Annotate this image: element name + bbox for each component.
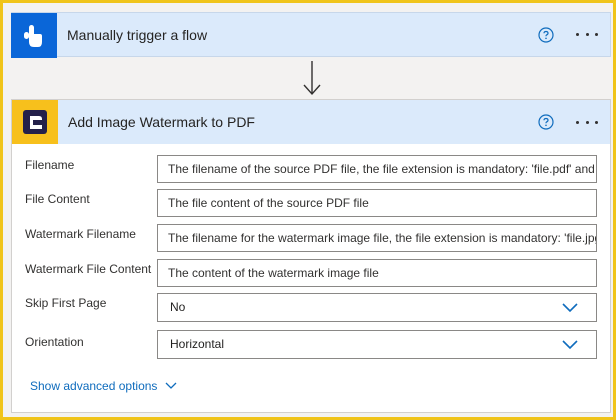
- trigger-card[interactable]: Manually trigger a flow: [11, 12, 611, 58]
- file-content-label: File Content: [25, 192, 90, 206]
- skip-first-page-row: Skip First Page No: [12, 293, 610, 322]
- connector-arrow-icon: [303, 61, 321, 96]
- touch-hand-icon: [11, 13, 57, 58]
- connector-logo-icon: [12, 100, 58, 144]
- trigger-title: Manually trigger a flow: [67, 26, 208, 43]
- action-title: Add Image Watermark to PDF: [68, 114, 255, 130]
- watermark-filename-input[interactable]: The filename for the watermark image fil…: [157, 224, 597, 252]
- orientation-row: Orientation Horizontal: [12, 330, 610, 359]
- file-content-row: File Content The file content of the sou…: [12, 189, 610, 217]
- filename-input[interactable]: The filename of the source PDF file, the…: [157, 155, 597, 183]
- file-content-input[interactable]: The file content of the source PDF file: [157, 189, 597, 217]
- watermark-filename-label: Watermark Filename: [25, 227, 136, 241]
- advanced-options-label: Show advanced options: [30, 379, 158, 393]
- more-options-icon[interactable]: [576, 119, 598, 125]
- chevron-down-icon: [165, 382, 177, 389]
- orientation-value: Horizontal: [170, 337, 225, 351]
- skip-first-page-value: No: [170, 300, 186, 314]
- watermark-file-content-label: Watermark File Content: [25, 262, 152, 276]
- action-header[interactable]: Add Image Watermark to PDF: [12, 100, 610, 144]
- orientation-select[interactable]: Horizontal: [157, 330, 597, 359]
- watermark-file-content-row: Watermark File Content The content of th…: [12, 259, 610, 287]
- canvas-frame: Manually trigger a flow Add Image Waterm…: [0, 0, 616, 420]
- chevron-down-icon: [562, 303, 578, 313]
- more-options-icon[interactable]: [576, 32, 598, 38]
- skip-first-page-label: Skip First Page: [25, 296, 107, 310]
- action-card: Add Image Watermark to PDF Filename The …: [11, 99, 611, 413]
- filename-row: Filename The filename of the source PDF …: [12, 155, 610, 183]
- show-advanced-options-link[interactable]: Show advanced options: [30, 379, 177, 393]
- chevron-down-icon: [562, 340, 578, 350]
- orientation-label: Orientation: [25, 335, 84, 349]
- watermark-file-content-input[interactable]: The content of the watermark image file: [157, 259, 597, 287]
- help-icon[interactable]: [538, 114, 554, 130]
- help-icon[interactable]: [538, 26, 554, 43]
- skip-first-page-select[interactable]: No: [157, 293, 597, 322]
- filename-label: Filename: [25, 158, 75, 172]
- watermark-filename-row: Watermark Filename The filename for the …: [12, 224, 610, 252]
